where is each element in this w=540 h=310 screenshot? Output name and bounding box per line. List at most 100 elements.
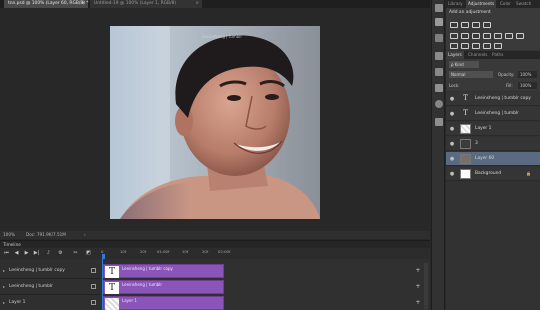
track-options-icon[interactable]	[91, 268, 96, 273]
track-name: Layer 1	[9, 300, 26, 305]
blend-mode-select[interactable]: Normal	[449, 71, 493, 78]
tab-swatches[interactable]: Swatch	[514, 0, 533, 8]
invert-icon[interactable]	[450, 43, 458, 49]
split-icon[interactable]: ✂	[72, 250, 79, 257]
visibility-eye-icon[interactable]: ●	[449, 156, 455, 162]
transition-icon[interactable]: ◩	[85, 250, 92, 257]
timeline-header: Timeline	[0, 241, 430, 248]
layer-name: Layer 60	[475, 156, 495, 161]
layer-row[interactable]: ● Layer 1	[446, 122, 540, 136]
time-ruler[interactable]: 0 10f 20f 01:00f 10f 20f 02:00f	[100, 248, 430, 259]
clip-thumbnail: T	[105, 266, 119, 278]
track-label[interactable]: ▸ Leeinsheng | tumblr	[0, 279, 100, 295]
track-options-icon[interactable]	[91, 300, 96, 305]
paragraph-icon[interactable]	[435, 84, 443, 92]
clone-source-icon[interactable]	[435, 52, 443, 60]
add-media-button[interactable]: +	[414, 267, 422, 275]
visibility-eye-icon[interactable]: ●	[449, 96, 455, 102]
info-icon[interactable]	[435, 118, 443, 126]
tab-untitled-19[interactable]: Untitled-19 @ 100% (Layer 1, RGB/8) ×	[90, 0, 202, 8]
expand-arrow-icon[interactable]: ▸	[3, 295, 5, 310]
exposure-icon[interactable]	[483, 22, 491, 28]
clip-name: Layer 1	[122, 298, 137, 303]
track-label[interactable]: ▸ Leeinsheng | tumblr copy	[0, 263, 100, 279]
track-label[interactable]: ▸ Layer 1	[0, 295, 100, 310]
visibility-eye-icon[interactable]: ●	[449, 171, 455, 177]
color-balance-icon[interactable]	[472, 33, 480, 39]
layer-name: Leeinsheng | tumblr copy	[475, 96, 531, 101]
layer-name: 3	[475, 141, 478, 146]
layer-row[interactable]: ● 3	[446, 137, 540, 151]
fill-label: Fill:	[506, 83, 513, 88]
status-bar: 100% Doc: 791.9K/7.51M ›	[0, 231, 430, 239]
document-tab-bar: tnn.psd @ 100% (Layer 60, RGB/8) * × Unt…	[0, 0, 430, 8]
tab-paths[interactable]: Paths	[490, 51, 505, 59]
fill-field[interactable]: 100%	[518, 82, 537, 89]
clip-thumbnail	[105, 298, 119, 310]
lock-label: Lock:	[449, 83, 460, 88]
timeline-clip[interactable]: T Leeinsheng | tumblr	[103, 280, 224, 294]
tab-adjustments[interactable]: Adjustments	[466, 0, 497, 8]
expand-arrow-icon[interactable]: ▸	[3, 263, 5, 279]
gradient-map-icon[interactable]	[483, 43, 491, 49]
channel-mixer-icon[interactable]	[505, 33, 513, 39]
history-icon[interactable]	[435, 4, 443, 12]
playback-controls: ⏮ ◀ ▶ ▶| ♪ ⚙ ✂ ◩	[0, 248, 100, 259]
layer-thumbnail	[460, 124, 471, 134]
timeline-clip[interactable]: T Leeinsheng | tumblr copy	[103, 264, 224, 278]
audio-icon[interactable]: ♪	[45, 250, 52, 257]
add-media-button[interactable]: +	[414, 283, 422, 291]
tab-color[interactable]: Color	[498, 0, 513, 8]
styles-icon[interactable]	[435, 100, 443, 108]
tick-label: 20f	[140, 249, 147, 254]
layer-row-selected[interactable]: ● Layer 60	[446, 152, 540, 166]
first-frame-icon[interactable]: ⏮	[3, 250, 10, 257]
posterize-icon[interactable]	[461, 43, 469, 49]
text-layer-icon: T	[463, 109, 468, 117]
layer-row[interactable]: ● T Leeinsheng | tumblr copy	[446, 92, 540, 106]
layer-row[interactable]: ● Background 🔒	[446, 167, 540, 181]
black-white-icon[interactable]	[483, 33, 491, 39]
previous-frame-icon[interactable]: ◀	[13, 250, 20, 257]
settings-icon[interactable]: ⚙	[57, 250, 64, 257]
character-icon[interactable]	[435, 68, 443, 76]
tab-channels[interactable]: Channels	[466, 51, 489, 59]
properties-icon[interactable]	[435, 18, 443, 26]
document-canvas[interactable]: Leeinsheng | tumblr	[110, 26, 320, 219]
tab-library[interactable]: Library	[446, 0, 465, 8]
photo-filter-icon[interactable]	[494, 33, 502, 39]
hue-saturation-icon[interactable]	[461, 33, 469, 39]
chevron-right-icon[interactable]: ›	[84, 231, 86, 239]
close-icon[interactable]: ×	[81, 0, 85, 8]
layer-row[interactable]: ● T Leeinsheng | tumblr	[446, 107, 540, 121]
vibrance-icon[interactable]	[450, 33, 458, 39]
visibility-eye-icon[interactable]: ●	[449, 126, 455, 132]
levels-icon[interactable]	[461, 22, 469, 28]
next-frame-icon[interactable]: ▶|	[33, 250, 40, 257]
tab-tnn-psd[interactable]: tnn.psd @ 100% (Layer 60, RGB/8) * ×	[4, 0, 88, 8]
selective-color-icon[interactable]	[494, 43, 502, 49]
visibility-eye-icon[interactable]: ●	[449, 141, 455, 147]
filter-kind-select[interactable]: ρ Kind	[449, 61, 479, 68]
color-lookup-icon[interactable]	[516, 33, 524, 39]
adjustment-layer-thumbnail	[460, 139, 471, 149]
expand-arrow-icon[interactable]: ▸	[3, 279, 5, 295]
adjustments-title: Add an adjustment	[449, 10, 491, 15]
zoom-level[interactable]: 100%	[3, 231, 15, 239]
brush-icon[interactable]	[435, 34, 443, 42]
visibility-eye-icon[interactable]: ●	[449, 111, 455, 117]
opacity-label: Opacity:	[498, 72, 515, 77]
track-options-icon[interactable]	[91, 284, 96, 289]
play-icon[interactable]: ▶	[23, 250, 30, 257]
brightness-icon[interactable]	[450, 22, 458, 28]
tab-layers[interactable]: Layers	[446, 51, 464, 59]
opacity-field[interactable]: 100%	[518, 71, 537, 78]
timeline-scrollbar[interactable]	[424, 263, 428, 309]
tick-label: 02:00f	[218, 249, 231, 254]
timeline-clip[interactable]: Layer 1	[103, 296, 224, 310]
threshold-icon[interactable]	[472, 43, 480, 49]
close-icon[interactable]: ×	[195, 0, 199, 8]
canvas-workspace[interactable]: Leeinsheng | tumblr	[0, 8, 430, 231]
curves-icon[interactable]	[472, 22, 480, 28]
add-media-button[interactable]: +	[414, 299, 422, 307]
